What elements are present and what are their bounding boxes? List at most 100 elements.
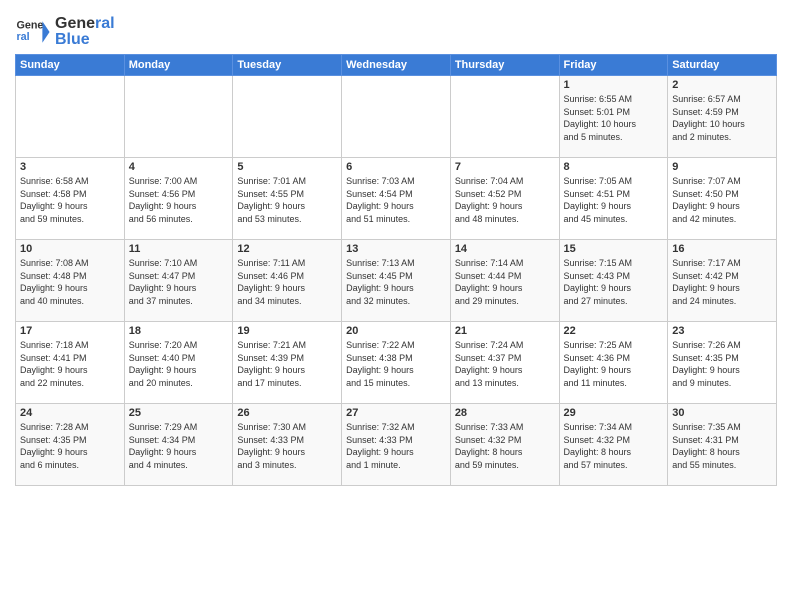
weekday-header-friday: Friday xyxy=(559,55,668,76)
day-info: Sunrise: 7:03 AM Sunset: 4:54 PM Dayligh… xyxy=(346,175,446,225)
weekday-header-tuesday: Tuesday xyxy=(233,55,342,76)
calendar-cell: 14 Sunrise: 7:14 AM Sunset: 4:44 PM Dayli… xyxy=(450,240,559,322)
day-info: Sunrise: 7:35 AM Sunset: 4:31 PM Dayligh… xyxy=(672,421,772,471)
calendar-cell: 16 Sunrise: 7:17 AM Sunset: 4:42 PM Dayli… xyxy=(668,240,777,322)
calendar-cell: 10Sunrise: 7:08 AM Sunset: 4:48 PM Dayli… xyxy=(16,240,125,322)
calendar-cell xyxy=(342,76,451,158)
calendar-cell: 15 Sunrise: 7:15 AM Sunset: 4:43 PM Dayli… xyxy=(559,240,668,322)
day-number: 5 xyxy=(237,161,337,173)
day-number: 25 xyxy=(129,407,229,419)
calendar-cell: 29 Sunrise: 7:34 AM Sunset: 4:32 PM Dayli… xyxy=(559,404,668,486)
calendar-cell: 6 Sunrise: 7:03 AM Sunset: 4:54 PM Daylig… xyxy=(342,158,451,240)
calendar-table: SundayMondayTuesdayWednesdayThursdayFrid… xyxy=(15,54,777,486)
day-number: 20 xyxy=(346,325,446,337)
calendar-cell: 18Sunrise: 7:20 AM Sunset: 4:40 PM Dayli… xyxy=(124,322,233,404)
calendar-cell: 12 Sunrise: 7:11 AM Sunset: 4:46 PM Dayli… xyxy=(233,240,342,322)
svg-text:ral: ral xyxy=(16,31,29,43)
day-info: Sunrise: 7:05 AM Sunset: 4:51 PM Dayligh… xyxy=(564,175,664,225)
day-info: Sunrise: 7:20 AM Sunset: 4:40 PM Dayligh… xyxy=(129,339,229,389)
day-info: Sunrise: 7:01 AM Sunset: 4:55 PM Dayligh… xyxy=(237,175,337,225)
day-info: Sunrise: 7:21 AM Sunset: 4:39 PM Dayligh… xyxy=(237,339,337,389)
calendar-cell: 28 Sunrise: 7:33 AM Sunset: 4:32 PM Dayli… xyxy=(450,404,559,486)
calendar-cell: 5 Sunrise: 7:01 AM Sunset: 4:55 PM Daylig… xyxy=(233,158,342,240)
calendar-cell: 22 Sunrise: 7:25 AM Sunset: 4:36 PM Dayli… xyxy=(559,322,668,404)
day-number: 3 xyxy=(20,161,120,173)
calendar-cell: 2Sunrise: 6:57 AM Sunset: 4:59 PM Daylig… xyxy=(668,76,777,158)
day-info: Sunrise: 7:26 AM Sunset: 4:35 PM Dayligh… xyxy=(672,339,772,389)
day-number: 13 xyxy=(346,243,446,255)
day-info: Sunrise: 7:34 AM Sunset: 4:32 PM Dayligh… xyxy=(564,421,664,471)
day-info: Sunrise: 7:14 AM Sunset: 4:44 PM Dayligh… xyxy=(455,257,555,307)
day-info: Sunrise: 7:10 AM Sunset: 4:47 PM Dayligh… xyxy=(129,257,229,307)
day-info: Sunrise: 7:28 AM Sunset: 4:35 PM Dayligh… xyxy=(20,421,120,471)
day-number: 10 xyxy=(20,243,120,255)
calendar-cell: 9 Sunrise: 7:07 AM Sunset: 4:50 PM Daylig… xyxy=(668,158,777,240)
calendar-cell: 24Sunrise: 7:28 AM Sunset: 4:35 PM Dayli… xyxy=(16,404,125,486)
calendar-cell: 4Sunrise: 7:00 AM Sunset: 4:56 PM Daylig… xyxy=(124,158,233,240)
calendar-cell: 13Sunrise: 7:13 AM Sunset: 4:45 PM Dayli… xyxy=(342,240,451,322)
day-info: Sunrise: 7:04 AM Sunset: 4:52 PM Dayligh… xyxy=(455,175,555,225)
day-info: Sunrise: 6:58 AM Sunset: 4:58 PM Dayligh… xyxy=(20,175,120,225)
svg-text:Gene: Gene xyxy=(16,19,43,31)
weekday-header-wednesday: Wednesday xyxy=(342,55,451,76)
calendar-cell: 21 Sunrise: 7:24 AM Sunset: 4:37 PM Dayli… xyxy=(450,322,559,404)
day-number: 2 xyxy=(672,79,772,91)
calendar-cell: 20Sunrise: 7:22 AM Sunset: 4:38 PM Dayli… xyxy=(342,322,451,404)
day-number: 17 xyxy=(20,325,120,337)
day-number: 27 xyxy=(346,407,446,419)
day-info: Sunrise: 7:15 AM Sunset: 4:43 PM Dayligh… xyxy=(564,257,664,307)
calendar-cell: 17 Sunrise: 7:18 AM Sunset: 4:41 PM Dayli… xyxy=(16,322,125,404)
day-info: Sunrise: 7:24 AM Sunset: 4:37 PM Dayligh… xyxy=(455,339,555,389)
calendar-week-row: 17 Sunrise: 7:18 AM Sunset: 4:41 PM Dayli… xyxy=(16,322,777,404)
day-info: Sunrise: 7:30 AM Sunset: 4:33 PM Dayligh… xyxy=(237,421,337,471)
calendar-cell: 1Sunrise: 6:55 AM Sunset: 5:01 PM Daylig… xyxy=(559,76,668,158)
weekday-header-sunday: Sunday xyxy=(16,55,125,76)
weekday-header-monday: Monday xyxy=(124,55,233,76)
calendar-week-row: 10Sunrise: 7:08 AM Sunset: 4:48 PM Dayli… xyxy=(16,240,777,322)
day-info: Sunrise: 7:18 AM Sunset: 4:41 PM Dayligh… xyxy=(20,339,120,389)
calendar-cell xyxy=(124,76,233,158)
calendar-cell xyxy=(16,76,125,158)
day-number: 23 xyxy=(672,325,772,337)
calendar-cell: 7 Sunrise: 7:04 AM Sunset: 4:52 PM Daylig… xyxy=(450,158,559,240)
day-number: 26 xyxy=(237,407,337,419)
main-container: Gene ral General Blue SundayMondayTuesda… xyxy=(0,0,792,491)
day-number: 29 xyxy=(564,407,664,419)
weekday-header-row: SundayMondayTuesdayWednesdayThursdayFrid… xyxy=(16,55,777,76)
day-info: Sunrise: 7:29 AM Sunset: 4:34 PM Dayligh… xyxy=(129,421,229,471)
calendar-cell: 8Sunrise: 7:05 AM Sunset: 4:51 PM Daylig… xyxy=(559,158,668,240)
calendar-header: SundayMondayTuesdayWednesdayThursdayFrid… xyxy=(16,55,777,76)
day-number: 7 xyxy=(455,161,555,173)
day-number: 30 xyxy=(672,407,772,419)
day-info: Sunrise: 7:25 AM Sunset: 4:36 PM Dayligh… xyxy=(564,339,664,389)
calendar-cell: 19 Sunrise: 7:21 AM Sunset: 4:39 PM Dayli… xyxy=(233,322,342,404)
day-info: Sunrise: 7:11 AM Sunset: 4:46 PM Dayligh… xyxy=(237,257,337,307)
logo: Gene ral General Blue xyxy=(15,14,115,50)
calendar-cell: 30 Sunrise: 7:35 AM Sunset: 4:31 PM Dayli… xyxy=(668,404,777,486)
weekday-header-thursday: Thursday xyxy=(450,55,559,76)
day-number: 15 xyxy=(564,243,664,255)
day-info: Sunrise: 7:07 AM Sunset: 4:50 PM Dayligh… xyxy=(672,175,772,225)
day-number: 6 xyxy=(346,161,446,173)
calendar-cell: 26 Sunrise: 7:30 AM Sunset: 4:33 PM Dayli… xyxy=(233,404,342,486)
day-number: 19 xyxy=(237,325,337,337)
day-number: 9 xyxy=(672,161,772,173)
day-info: Sunrise: 7:32 AM Sunset: 4:33 PM Dayligh… xyxy=(346,421,446,471)
day-info: Sunrise: 7:17 AM Sunset: 4:42 PM Dayligh… xyxy=(672,257,772,307)
weekday-header-saturday: Saturday xyxy=(668,55,777,76)
calendar-cell xyxy=(450,76,559,158)
calendar-cell: 25 Sunrise: 7:29 AM Sunset: 4:34 PM Dayli… xyxy=(124,404,233,486)
calendar-cell xyxy=(233,76,342,158)
day-number: 21 xyxy=(455,325,555,337)
calendar-cell: 27 Sunrise: 7:32 AM Sunset: 4:33 PM Dayli… xyxy=(342,404,451,486)
day-number: 22 xyxy=(564,325,664,337)
day-number: 28 xyxy=(455,407,555,419)
calendar-body: 1Sunrise: 6:55 AM Sunset: 5:01 PM Daylig… xyxy=(16,76,777,486)
calendar-cell: 11Sunrise: 7:10 AM Sunset: 4:47 PM Dayli… xyxy=(124,240,233,322)
header: Gene ral General Blue xyxy=(15,10,777,50)
day-info: Sunrise: 7:33 AM Sunset: 4:32 PM Dayligh… xyxy=(455,421,555,471)
day-number: 14 xyxy=(455,243,555,255)
day-number: 16 xyxy=(672,243,772,255)
day-number: 1 xyxy=(564,79,664,91)
day-number: 12 xyxy=(237,243,337,255)
